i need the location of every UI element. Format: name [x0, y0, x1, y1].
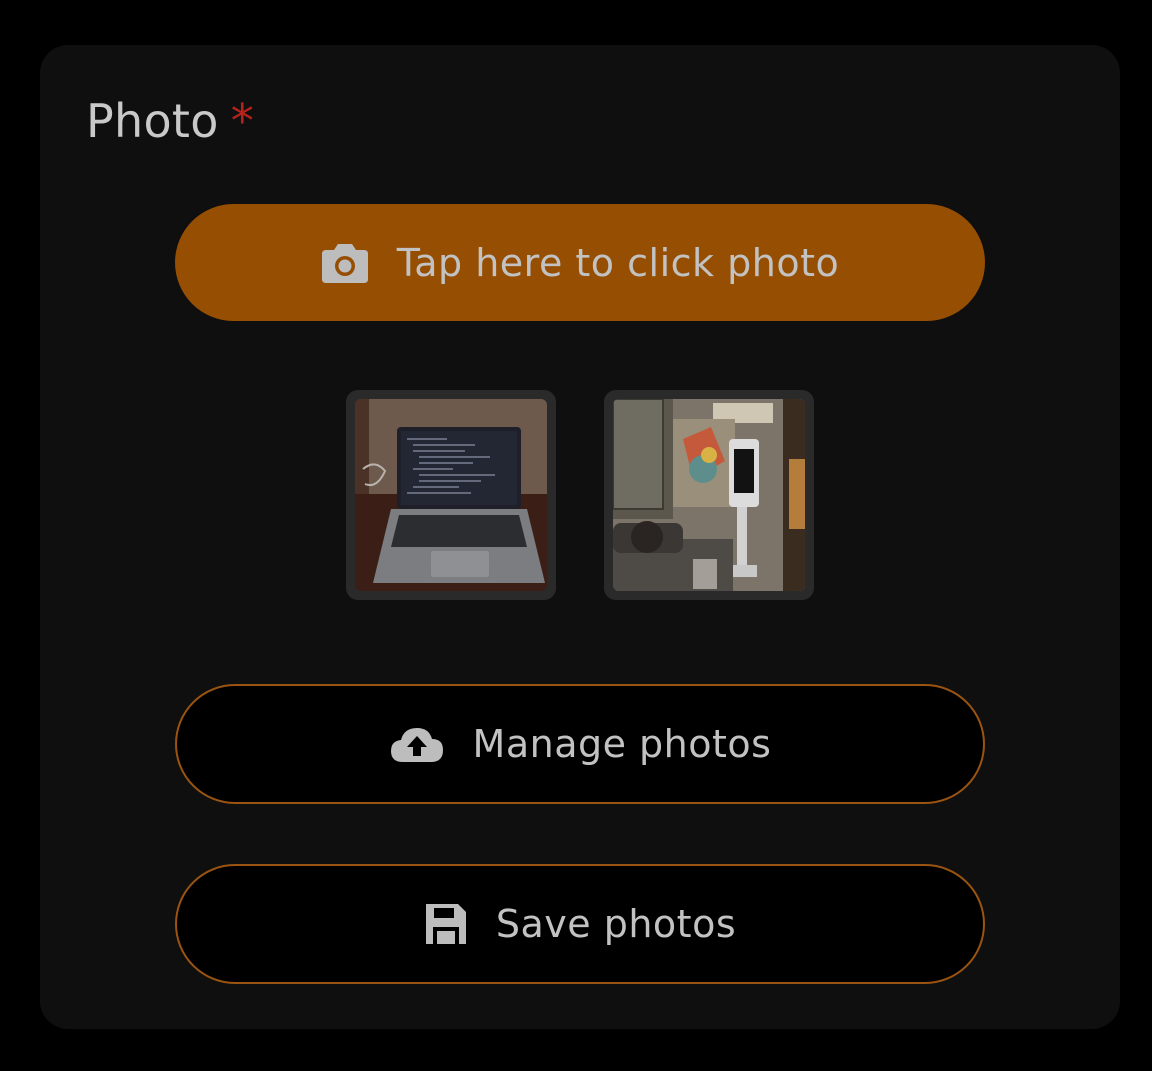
laptop-photo-image	[355, 399, 547, 591]
required-asterisk: *	[230, 94, 255, 148]
photo-thumbnails	[346, 390, 814, 600]
field-label-text: Photo	[86, 94, 219, 148]
manage-photos-label: Manage photos	[472, 722, 772, 766]
floppy-disk-icon	[424, 902, 468, 946]
photo-thumbnail-room[interactable]	[604, 390, 814, 600]
cloud-upload-icon	[389, 724, 445, 764]
room-photo-image	[613, 399, 805, 591]
click-photo-label: Tap here to click photo	[396, 240, 840, 285]
photo-field-card: Photo * Tap here to click photo Manage p…	[40, 45, 1120, 1029]
click-photo-button[interactable]: Tap here to click photo	[175, 204, 985, 321]
save-photos-label: Save photos	[495, 902, 737, 946]
photo-thumbnail-laptop[interactable]	[346, 390, 556, 600]
manage-photos-button[interactable]: Manage photos	[175, 684, 985, 804]
field-label: Photo *	[86, 93, 254, 149]
save-photos-button[interactable]: Save photos	[175, 864, 985, 984]
camera-icon	[321, 242, 369, 284]
